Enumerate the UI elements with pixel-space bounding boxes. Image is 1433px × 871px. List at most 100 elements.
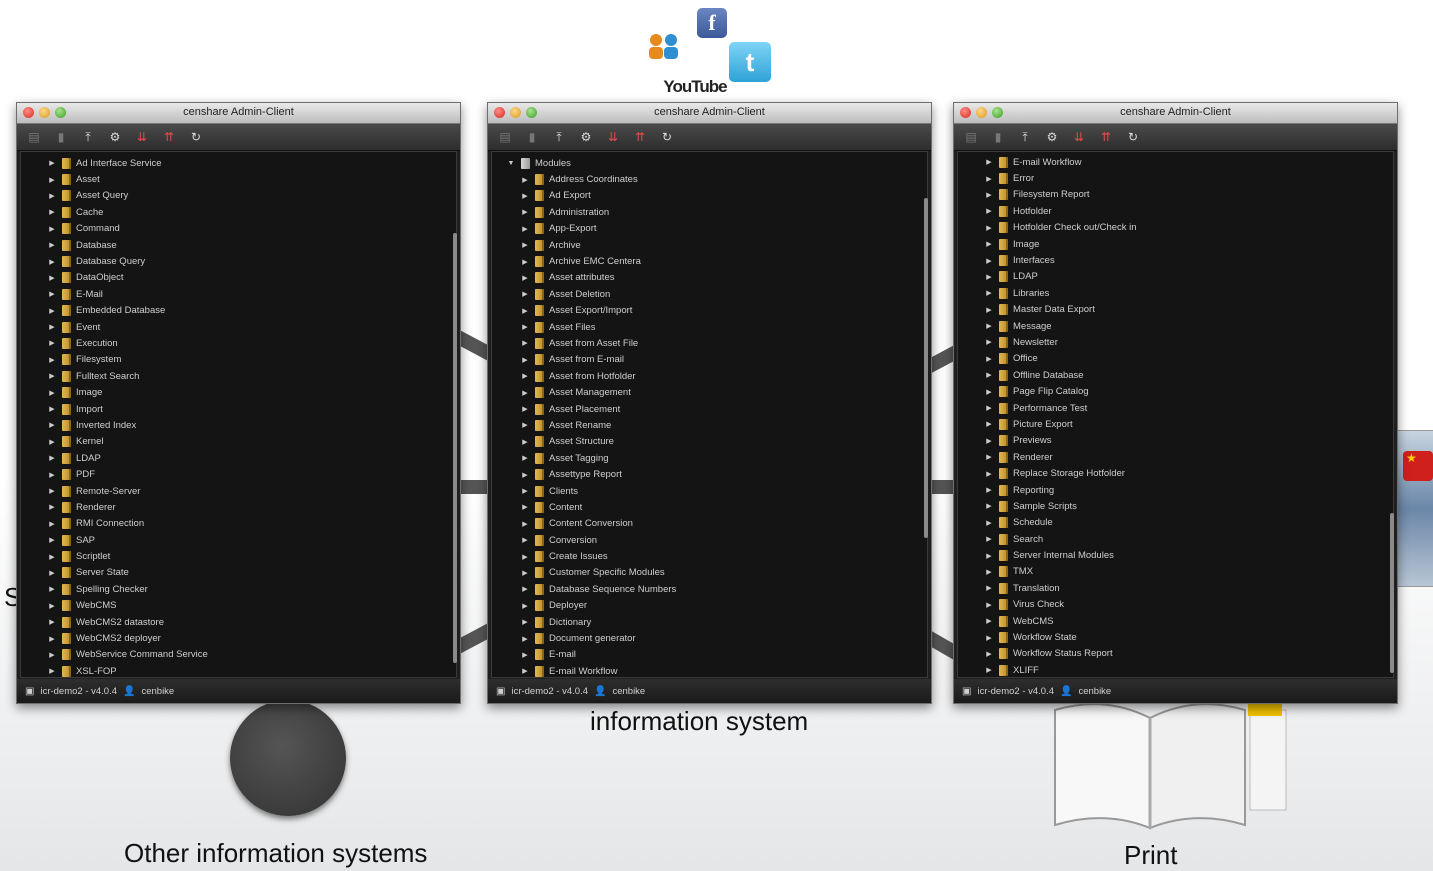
tree-item[interactable]: ▶ Search [984, 531, 1393, 547]
tree-item[interactable]: ▶ Asset Files [520, 319, 927, 335]
chevron-right-icon[interactable]: ▶ [984, 584, 994, 592]
tree-item[interactable]: ▶ Workflow Status Report [984, 646, 1393, 662]
chevron-right-icon[interactable]: ▶ [984, 224, 994, 232]
tree-item[interactable]: ▶ Server State [47, 565, 456, 581]
chevron-right-icon[interactable]: ▶ [984, 355, 994, 363]
tree-item[interactable]: ▶ Spelling Checker [47, 581, 456, 597]
chevron-right-icon[interactable]: ▶ [984, 502, 994, 510]
gear-icon[interactable]: ⚙ [108, 130, 122, 144]
chevron-right-icon[interactable]: ▶ [520, 618, 530, 626]
chevron-right-icon[interactable]: ▶ [520, 553, 530, 561]
tree-item[interactable]: ▶ LDAP [984, 269, 1393, 285]
chevron-right-icon[interactable]: ▶ [47, 536, 57, 544]
tree-item[interactable]: ▶ TMX [984, 564, 1393, 580]
chevron-right-icon[interactable]: ▶ [520, 405, 530, 413]
chevron-right-icon[interactable]: ▶ [47, 225, 57, 233]
chevron-right-icon[interactable]: ▶ [520, 585, 530, 593]
chevron-right-icon[interactable]: ▶ [47, 339, 57, 347]
chevron-right-icon[interactable]: ▶ [520, 471, 530, 479]
chevron-right-icon[interactable]: ▶ [520, 602, 530, 610]
chevron-right-icon[interactable]: ▶ [47, 471, 57, 479]
chevron-right-icon[interactable]: ▶ [984, 289, 994, 297]
trash-icon[interactable]: ▮ [525, 130, 539, 144]
tree-item[interactable]: ▶ E-Mail [47, 286, 456, 302]
chevron-right-icon[interactable]: ▶ [520, 667, 530, 675]
chevron-right-icon[interactable]: ▶ [47, 274, 57, 282]
tree-item[interactable]: ▶ Administration [520, 204, 927, 220]
chevron-right-icon[interactable]: ▶ [520, 438, 530, 446]
tree-item[interactable]: ▶ WebCMS2 deployer [47, 630, 456, 646]
tree-item[interactable]: ▶ Assettype Report [520, 466, 927, 482]
chevron-right-icon[interactable]: ▶ [520, 503, 530, 511]
chevron-right-icon[interactable]: ▶ [520, 258, 530, 266]
chevron-right-icon[interactable]: ▶ [47, 438, 57, 446]
import-icon[interactable]: ⇊ [606, 130, 620, 144]
tree-item[interactable]: ▶ Execution [47, 335, 456, 351]
chevron-right-icon[interactable]: ▶ [47, 421, 57, 429]
chevron-right-icon[interactable]: ▶ [47, 569, 57, 577]
chevron-right-icon[interactable]: ▶ [47, 389, 57, 397]
chevron-right-icon[interactable]: ▶ [984, 191, 994, 199]
scrollbar[interactable] [453, 233, 457, 663]
tree-item[interactable]: ▶ Address Coordinates [520, 171, 927, 187]
tree-item[interactable]: ▶ Inverted Index [47, 417, 456, 433]
chevron-right-icon[interactable]: ▶ [984, 306, 994, 314]
tree-item[interactable]: ▶ Page Flip Catalog [984, 383, 1393, 399]
tree-item[interactable]: ▶ Schedule [984, 515, 1393, 531]
chevron-right-icon[interactable]: ▶ [47, 356, 57, 364]
chevron-right-icon[interactable]: ▶ [47, 635, 57, 643]
tree-item[interactable]: ▶ Reporting [984, 482, 1393, 498]
tree-item[interactable]: ▶ Asset Rename [520, 417, 927, 433]
tree-item[interactable]: ▶ Picture Export [984, 416, 1393, 432]
tree-item[interactable]: ▶ Dictionary [520, 614, 927, 630]
chevron-right-icon[interactable]: ▶ [520, 225, 530, 233]
chevron-right-icon[interactable]: ▶ [47, 405, 57, 413]
chevron-right-icon[interactable]: ▶ [47, 192, 57, 200]
chevron-right-icon[interactable]: ▶ [984, 404, 994, 412]
chevron-right-icon[interactable]: ▶ [47, 258, 57, 266]
tree-item[interactable]: ▶ DataObject [47, 270, 456, 286]
tree-item[interactable]: ▶ Create Issues [520, 548, 927, 564]
tree-item[interactable]: ▶ Asset Tagging [520, 450, 927, 466]
chevron-right-icon[interactable]: ▶ [520, 323, 530, 331]
server-icon[interactable]: ▤ [498, 130, 512, 144]
chevron-right-icon[interactable]: ▶ [984, 552, 994, 560]
tree-item[interactable]: ▶ Image [984, 236, 1393, 252]
tree-item[interactable]: ▶ Server Internal Modules [984, 547, 1393, 563]
tree-item[interactable]: ▶ Asset from Asset File [520, 335, 927, 351]
tree-item[interactable]: ▶ Previews [984, 433, 1393, 449]
tree-item[interactable]: ▶ WebCMS [47, 598, 456, 614]
chevron-right-icon[interactable]: ▶ [520, 339, 530, 347]
chevron-right-icon[interactable]: ▶ [984, 453, 994, 461]
tree-item[interactable]: ▶ Remote-Server [47, 483, 456, 499]
chevron-right-icon[interactable]: ▶ [47, 241, 57, 249]
export-icon[interactable]: ⇈ [633, 130, 647, 144]
import-icon[interactable]: ⇊ [135, 130, 149, 144]
tree-root-modules[interactable]: ▼ Modules [492, 155, 927, 171]
tree-item[interactable]: ▶ Asset from E-mail [520, 352, 927, 368]
tree-item[interactable]: ▶ Event [47, 319, 456, 335]
chevron-right-icon[interactable]: ▶ [520, 536, 530, 544]
tree-item[interactable]: ▶ Newsletter [984, 334, 1393, 350]
tree-item[interactable]: ▶ Hotfolder Check out/Check in [984, 220, 1393, 236]
export-icon[interactable]: ⇈ [162, 130, 176, 144]
tree-item[interactable]: ▶ Customer Specific Modules [520, 565, 927, 581]
tree-item[interactable]: ▶ Office [984, 351, 1393, 367]
tree-item[interactable]: ▶ Filesystem Report [984, 187, 1393, 203]
tree-item[interactable]: ▶ Asset Query [47, 188, 456, 204]
chevron-right-icon[interactable]: ▶ [47, 454, 57, 462]
tree-item[interactable]: ▶ Asset [47, 171, 456, 187]
chevron-right-icon[interactable]: ▶ [47, 176, 57, 184]
tree-item[interactable]: ▶ Performance Test [984, 400, 1393, 416]
scrollbar[interactable] [1390, 513, 1394, 673]
chevron-right-icon[interactable]: ▶ [520, 307, 530, 315]
tree-item[interactable]: ▶ Cache [47, 204, 456, 220]
tree-item[interactable]: ▶ Sample Scripts [984, 498, 1393, 514]
refresh-icon[interactable]: ↻ [189, 130, 203, 144]
chevron-right-icon[interactable]: ▶ [984, 420, 994, 428]
tree-item[interactable]: ▶ Renderer [984, 449, 1393, 465]
chevron-right-icon[interactable]: ▶ [984, 388, 994, 396]
chevron-right-icon[interactable]: ▶ [984, 322, 994, 330]
chevron-right-icon[interactable]: ▶ [47, 667, 57, 675]
chevron-right-icon[interactable]: ▶ [984, 257, 994, 265]
